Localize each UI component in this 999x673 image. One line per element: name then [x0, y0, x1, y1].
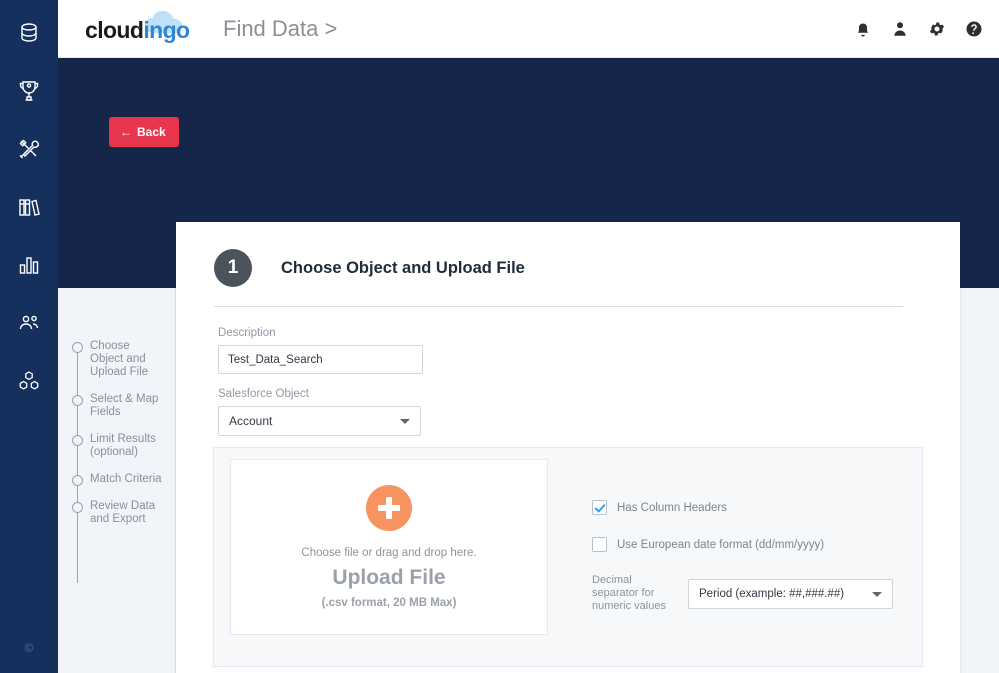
has-column-headers-checkbox[interactable] [592, 500, 607, 515]
database-icon [17, 21, 41, 45]
step-number-badge: 1 [214, 249, 252, 287]
rail-item-cubes[interactable] [0, 352, 58, 410]
european-date-checkbox[interactable] [592, 537, 607, 552]
european-date-label: Use European date format (dd/mm/yyyy) [617, 538, 825, 551]
salesforce-object-label: Salesforce Object [218, 388, 309, 400]
logo-text-cloud: cloud [85, 16, 144, 43]
upload-options: Has Column Headers Use European date for… [548, 448, 922, 666]
copyright-symbol: © [24, 641, 34, 655]
sidebar-step-review-export[interactable]: Review Data and Export [58, 500, 175, 526]
cloudingo-logo[interactable]: cloudingo [85, 9, 197, 49]
bell-icon[interactable] [854, 20, 872, 38]
step-dot-icon [72, 395, 83, 406]
bar-chart-icon [17, 253, 41, 277]
salesforce-object-select[interactable]: Account [218, 406, 421, 436]
file-dropzone[interactable]: Choose file or drag and drop here. Uploa… [230, 459, 548, 635]
decimal-separator-select[interactable]: Period (example: ##,###.##) [688, 578, 893, 609]
breadcrumb[interactable]: Find Data > [223, 16, 337, 42]
dropzone-hint: (.csv format, 20 MB Max) [321, 597, 457, 609]
gear-icon[interactable] [928, 20, 946, 38]
upload-panel: Choose file or drag and drop here. Uploa… [213, 447, 923, 667]
step-label: Select & Map Fields [90, 393, 159, 418]
rail-item-trophy[interactable] [0, 62, 58, 120]
description-input[interactable] [218, 345, 423, 374]
rail-item-users[interactable] [0, 294, 58, 352]
top-header: cloudingo Find Data > [58, 0, 999, 58]
wizard-card: 1 Choose Object and Upload File Descript… [176, 222, 960, 673]
sidebar-step-select-map-fields[interactable]: Select & Map Fields [58, 393, 175, 419]
user-icon[interactable] [891, 20, 909, 38]
step-label: Limit Results (optional) [90, 433, 156, 458]
top-header-actions [854, 20, 983, 38]
rail-item-library[interactable] [0, 178, 58, 236]
logo-text-ingo: ingo [143, 16, 190, 43]
rail-item-tools[interactable] [0, 120, 58, 178]
rail-item-database[interactable] [0, 4, 58, 62]
step-dot-icon [72, 475, 83, 486]
back-arrow-icon: ← [120, 125, 132, 139]
plus-circle-icon [366, 485, 412, 531]
has-column-headers-row[interactable]: Has Column Headers [592, 500, 922, 515]
tools-icon [17, 137, 41, 161]
step-label: Review Data and Export [90, 500, 156, 525]
page-title: Choose Object and Upload File [281, 258, 525, 277]
sidebar-step-match-criteria[interactable]: Match Criteria [58, 473, 175, 486]
left-icon-rail: © [0, 0, 58, 673]
app-root: © cloudingo Find Data > ← Back Choose Ob… [0, 0, 999, 673]
help-icon[interactable] [965, 20, 983, 38]
sidebar-step-choose-object[interactable]: Choose Object and Upload File [58, 340, 175, 379]
chevron-down-icon [400, 419, 410, 424]
cubes-icon [17, 369, 41, 393]
step-connector-line [77, 351, 78, 583]
european-date-row[interactable]: Use European date format (dd/mm/yyyy) [592, 537, 922, 552]
step-label: Choose Object and Upload File [90, 340, 149, 378]
back-button-label: Back [137, 125, 166, 139]
card-header: 1 Choose Object and Upload File [176, 222, 960, 287]
form-section: Description Salesforce Object Account [176, 307, 960, 436]
salesforce-object-value: Account [229, 414, 273, 428]
step-dot-icon [72, 502, 83, 513]
dropzone-title: Upload File [332, 566, 446, 589]
step-label: Match Criteria [90, 473, 162, 485]
dropzone-prompt: Choose file or drag and drop here. [301, 547, 477, 559]
wizard-step-nav: Choose Object and Upload File Select & M… [58, 288, 176, 673]
trophy-icon [17, 79, 41, 103]
back-button[interactable]: ← Back [109, 117, 179, 147]
rail-item-reports[interactable] [0, 236, 58, 294]
chevron-down-icon [872, 591, 882, 597]
library-icon [17, 195, 41, 219]
decimal-separator-row: Decimal separator for numeric values Per… [592, 574, 922, 613]
logo-wordmark: cloudingo [85, 16, 190, 44]
users-icon [17, 311, 41, 335]
step-dot-icon [72, 342, 83, 353]
step-dot-icon [72, 435, 83, 446]
description-label: Description [218, 327, 276, 339]
sidebar-step-limit-results[interactable]: Limit Results (optional) [58, 433, 175, 459]
decimal-separator-label: Decimal separator for numeric values [592, 574, 666, 612]
has-column-headers-label: Has Column Headers [617, 501, 727, 514]
decimal-separator-value: Period (example: ##,###.##) [699, 587, 845, 600]
